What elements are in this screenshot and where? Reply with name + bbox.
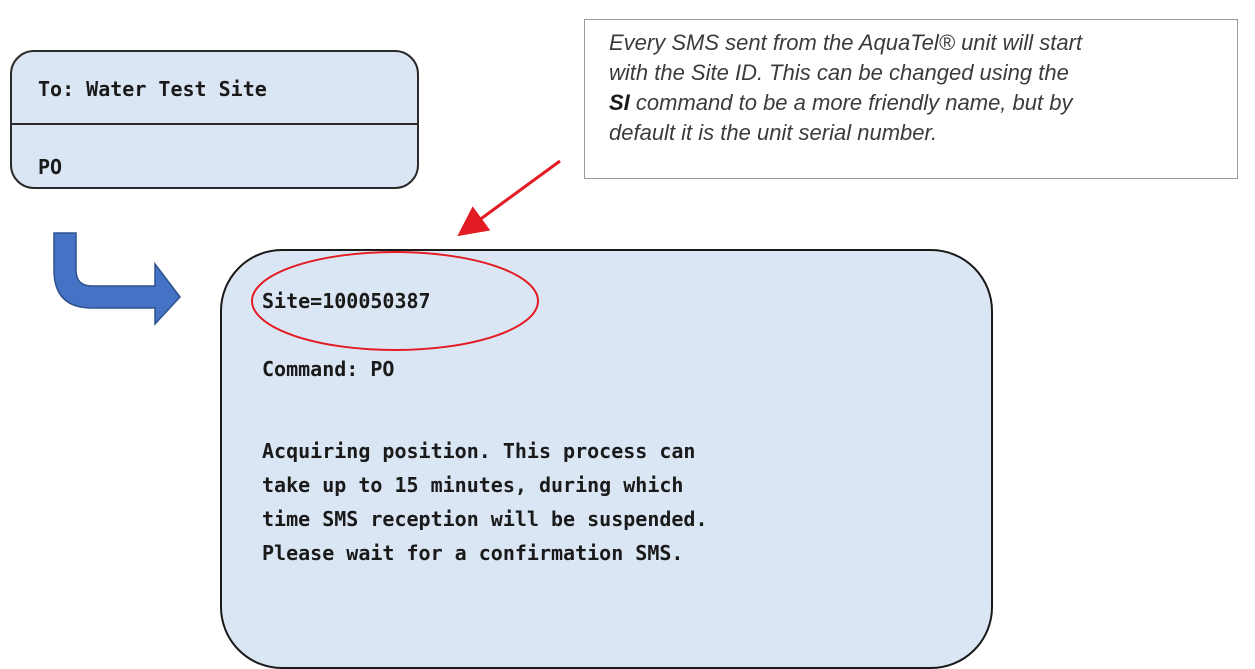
- callout-pointer-arrow: [457, 159, 561, 237]
- flow-arrow-icon: [53, 232, 181, 326]
- site-id-highlight-ellipse: [251, 251, 539, 351]
- diagram-overlay: [53, 159, 561, 351]
